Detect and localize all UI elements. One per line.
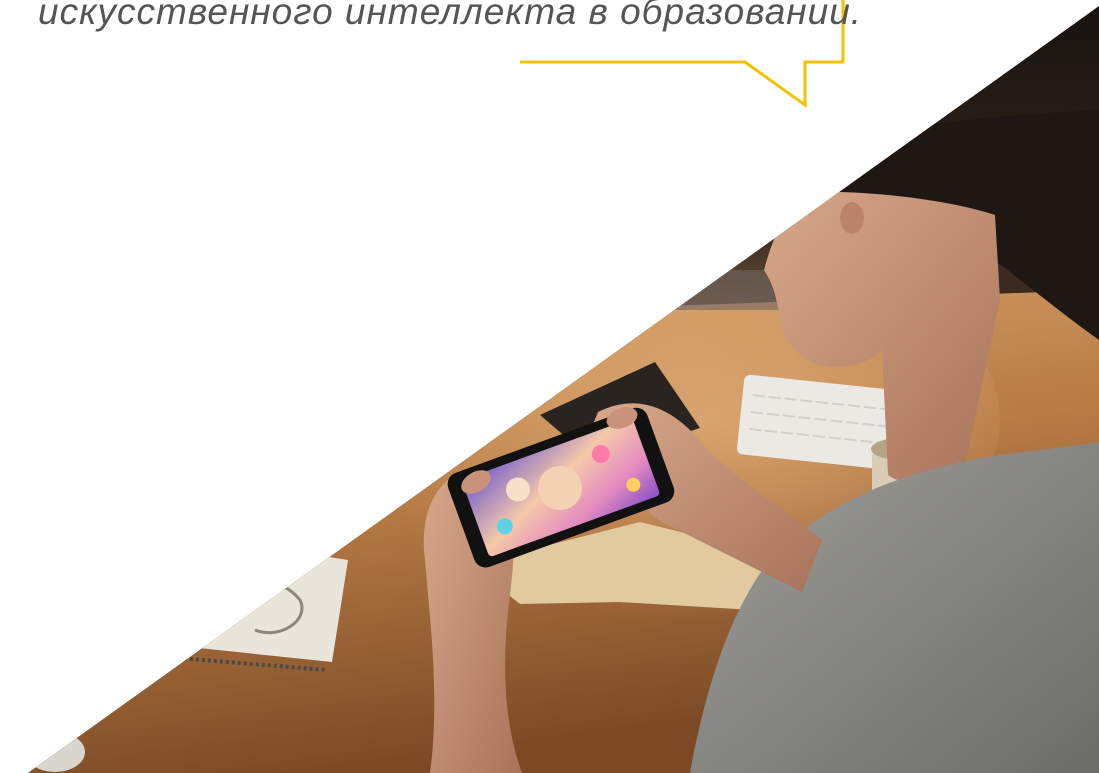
blurred-cup	[28, 732, 85, 772]
blurred-wall	[560, 270, 790, 310]
notebook-page	[170, 545, 348, 662]
person-ear	[840, 202, 864, 234]
slide-page: искусственного интеллекта в образовании.	[0, 0, 1099, 773]
sketch-notebook	[170, 545, 348, 672]
photo-clip-group	[28, 6, 1099, 773]
photo-person-playing-mobile-game	[28, 6, 1099, 773]
quote-text: искусственного интеллекта в образовании.	[38, 0, 863, 32]
